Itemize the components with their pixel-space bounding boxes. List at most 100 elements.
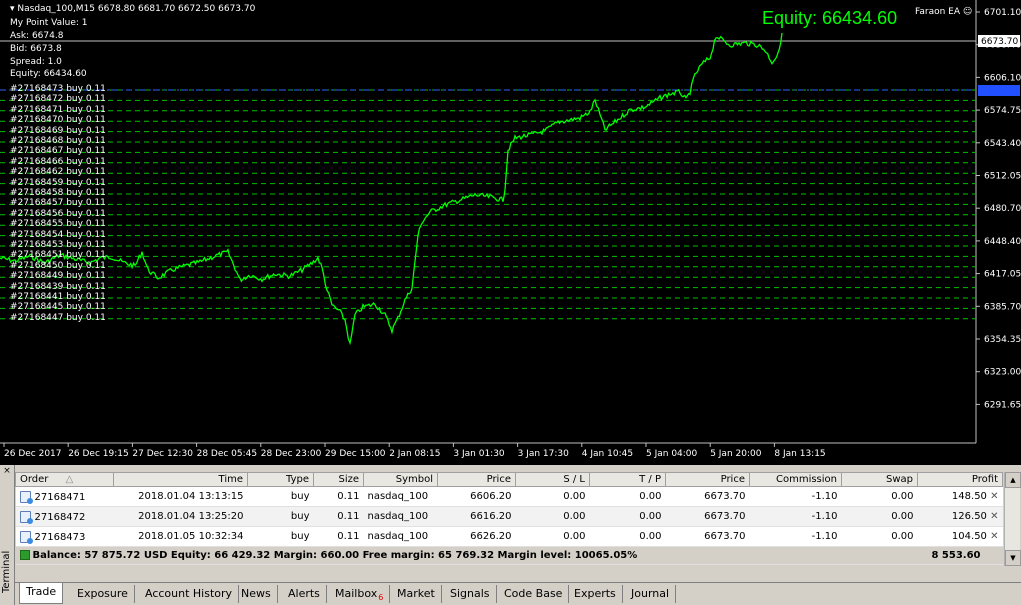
order-label[interactable]: #27168450 buy 0.11 [10, 261, 106, 271]
order-label[interactable]: #27168456 buy 0.11 [10, 209, 106, 219]
order-label[interactable]: #27168447 buy 0.11 [10, 313, 106, 323]
tab-market[interactable]: Market [391, 585, 442, 603]
close-order-icon[interactable]: ✕ [990, 511, 998, 522]
order-label[interactable]: #27168473 buy 0.11 [10, 84, 106, 94]
order-tp[interactable]: 0.00 [589, 506, 666, 527]
order-sl[interactable]: 0.00 [515, 506, 590, 527]
trade-table: Order △ Time Type Size Symbol Price S / … [15, 472, 1003, 565]
order-type: buy [247, 526, 314, 547]
scroll-down-icon[interactable]: ▼ [1005, 550, 1021, 566]
order-label[interactable]: #27168466 buy 0.11 [10, 157, 106, 167]
col-header-type[interactable]: Type [247, 472, 314, 487]
col-header-current-price[interactable]: Price [665, 472, 750, 487]
table-row[interactable]: 27168473 2018.01.05 10:32:34 buy 0.11 na… [15, 526, 1003, 547]
tab-badge: 6 [378, 593, 384, 603]
table-row[interactable]: 27168471 2018.01.04 13:13:15 buy 0.11 na… [15, 486, 1003, 507]
order-commission: -1.10 [749, 526, 842, 547]
order-label[interactable]: #27168471 buy 0.11 [10, 105, 106, 115]
order-id: 27168473 [34, 531, 86, 543]
order-label[interactable]: #27168469 buy 0.11 [10, 126, 106, 136]
price-tick-label: 6448.40 [984, 237, 1021, 247]
price-tick-label: 6543.40 [984, 139, 1021, 149]
order-label[interactable]: #27168449 buy 0.11 [10, 271, 106, 281]
order-label[interactable]: #27168470 buy 0.11 [10, 115, 106, 125]
price-chart[interactable]: 6701.106638.406606.106574.756543.406512.… [0, 0, 1021, 465]
order-label[interactable]: #27168455 buy 0.11 [10, 219, 106, 229]
time-tick-label: 26 Dec 19:15 [68, 449, 129, 459]
price-tick-label: 6291.65 [984, 400, 1021, 410]
order-current-price: 6673.70 [665, 486, 750, 507]
order-time: 2018.01.04 13:25:20 [113, 506, 248, 527]
tab-label: Trade [26, 585, 57, 598]
order-sl[interactable]: 0.00 [515, 526, 590, 547]
tab-trade[interactable]: Trade [19, 583, 64, 604]
tab-journal[interactable]: Journal [625, 585, 677, 603]
close-order-icon[interactable]: ✕ [990, 491, 998, 502]
order-time: 2018.01.05 10:32:34 [113, 526, 248, 547]
col-header-order[interactable]: Order △ [15, 472, 114, 487]
order-label[interactable]: #27168459 buy 0.11 [10, 178, 106, 188]
tab-alerts[interactable]: Alerts [282, 585, 327, 603]
price-tick-label: 6417.05 [984, 270, 1021, 280]
terminal-sidebar-label: Terminal [1, 550, 12, 593]
order-label[interactable]: #27168453 buy 0.11 [10, 240, 106, 250]
tab-mailbox[interactable]: Mailbox6 [329, 585, 391, 603]
tab-news[interactable]: News [235, 585, 278, 603]
tab-label: Alerts [288, 587, 320, 600]
tab-experts[interactable]: Experts [568, 585, 623, 603]
balance-icon [19, 550, 30, 560]
time-tick-label: 29 Dec 15:00 [325, 449, 386, 459]
tab-label: Code Base [504, 587, 563, 600]
time-tick-label: 28 Dec 23:00 [261, 449, 322, 459]
col-header-time[interactable]: Time [113, 472, 248, 487]
table-row[interactable]: 27168472 2018.01.04 13:25:20 buy 0.11 na… [15, 506, 1003, 527]
table-scrollbar[interactable]: ▲ ▼ [1004, 472, 1021, 566]
order-time: 2018.01.04 13:13:15 [113, 486, 248, 507]
col-header-price[interactable]: Price [437, 472, 516, 487]
tab-label: Journal [631, 587, 670, 600]
order-label[interactable]: #27168445 buy 0.11 [10, 302, 106, 312]
col-header-symbol[interactable]: Symbol [363, 472, 438, 487]
order-label[interactable]: #27168472 buy 0.11 [10, 94, 106, 104]
price-line [0, 32, 783, 346]
ask-label: Ask: 6674.8 [10, 31, 64, 41]
tab-account-history[interactable]: Account History [139, 585, 240, 603]
col-header-tp[interactable]: T / P [589, 472, 666, 487]
order-label[interactable]: #27168462 buy 0.11 [10, 167, 106, 177]
order-label[interactable]: #27168457 buy 0.11 [10, 198, 106, 208]
table-header-row: Order △ Time Type Size Symbol Price S / … [15, 472, 1003, 487]
price-tick-label: 6574.75 [984, 106, 1021, 116]
price-tick-label: 6512.05 [984, 172, 1021, 182]
order-tp[interactable]: 0.00 [589, 486, 666, 507]
col-header-sl[interactable]: S / L [515, 472, 590, 487]
chart-canvas[interactable]: 6701.106638.406606.106574.756543.406512.… [0, 0, 1021, 465]
col-header-commission[interactable]: Commission [749, 472, 842, 487]
col-header-size[interactable]: Size [313, 472, 364, 487]
order-current-price: 6673.70 [665, 506, 750, 527]
close-order-icon[interactable]: ✕ [990, 531, 998, 542]
col-header-swap[interactable]: Swap [841, 472, 918, 487]
scroll-up-icon[interactable]: ▲ [1005, 472, 1021, 488]
tab-label: News [241, 587, 271, 600]
close-icon[interactable]: × [2, 467, 12, 477]
order-sl[interactable]: 0.00 [515, 486, 590, 507]
tab-exposure[interactable]: Exposure [71, 585, 135, 603]
order-label[interactable]: #27168441 buy 0.11 [10, 292, 106, 302]
price-tick-label: 6606.10 [984, 73, 1021, 83]
expert-advisor-label[interactable]: Faraon EA ☺ [915, 7, 972, 17]
sort-up-icon: △ [65, 474, 74, 485]
order-label[interactable]: #27168468 buy 0.11 [10, 136, 106, 146]
order-icon [19, 490, 33, 504]
order-label[interactable]: #27168467 buy 0.11 [10, 146, 106, 156]
order-label[interactable]: #27168439 buy 0.11 [10, 282, 106, 292]
order-label[interactable]: #27168451 buy 0.11 [10, 250, 106, 260]
order-tp[interactable]: 0.00 [589, 526, 666, 547]
order-label[interactable]: #27168454 buy 0.11 [10, 230, 106, 240]
order-swap: 0.00 [841, 506, 918, 527]
order-price: 6606.20 [437, 486, 516, 507]
order-label[interactable]: #27168458 buy 0.11 [10, 188, 106, 198]
tab-signals[interactable]: Signals [444, 585, 497, 603]
col-header-profit[interactable]: Profit [917, 472, 1003, 487]
order-id: 27168471 [34, 491, 86, 503]
tab-code-base[interactable]: Code Base [498, 585, 570, 603]
